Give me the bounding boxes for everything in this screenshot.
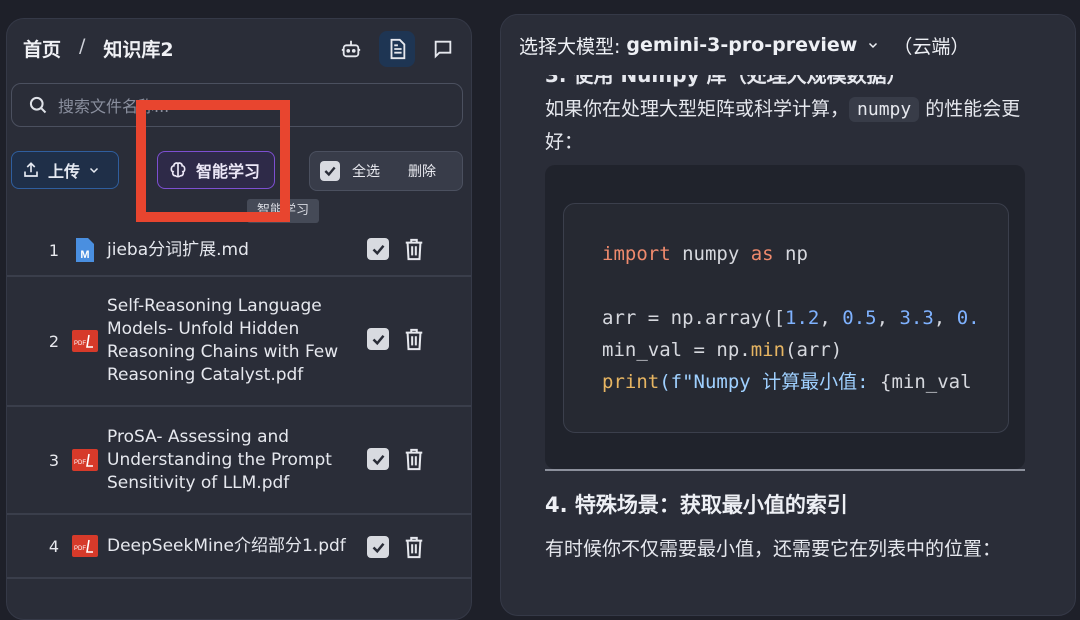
row-actions bbox=[367, 535, 425, 559]
check-icon bbox=[372, 454, 384, 465]
delete-selected-button[interactable]: 删除 bbox=[408, 161, 436, 181]
model-location: （云端） bbox=[893, 35, 970, 58]
code-function: min bbox=[750, 339, 786, 361]
svg-text:PDF: PDF bbox=[74, 460, 86, 466]
answer-paragraph: 如果你在处理大型矩阵或科学计算， numpy 的性能会更好： bbox=[545, 93, 1025, 158]
smart-learn-label: 智能学习 bbox=[196, 162, 261, 181]
upload-icon bbox=[24, 162, 38, 177]
markdown-file-icon: M bbox=[69, 237, 101, 263]
chat-panel: 3. 使用 Numpy 库（处理大规模数据） 选择大模型: gemini-3-p… bbox=[500, 14, 1076, 616]
file-name[interactable]: jieba分词扩展.md bbox=[107, 239, 339, 262]
file-row[interactable]: 3 PDF ProSA- Assessing and Understanding… bbox=[7, 407, 471, 515]
select-all-label[interactable]: 全选 bbox=[352, 161, 380, 181]
file-checkbox[interactable] bbox=[367, 238, 389, 260]
trash-icon[interactable] bbox=[403, 535, 425, 559]
file-index: 2 bbox=[48, 331, 59, 351]
upload-label: 上传 bbox=[48, 162, 81, 181]
trash-icon[interactable] bbox=[403, 327, 425, 351]
pdf-file-icon: PDF bbox=[69, 449, 101, 471]
model-selector[interactable]: 选择大模型: gemini-3-pro-preview （云端） bbox=[501, 15, 1075, 75]
file-index: 3 bbox=[48, 450, 59, 470]
smart-learn-tooltip: 智能学习 bbox=[247, 199, 320, 223]
code-number: 0. bbox=[956, 307, 980, 329]
row-actions bbox=[367, 447, 425, 471]
code-text: numpy bbox=[670, 243, 751, 265]
search-field[interactable]: 搜索文件名称... bbox=[11, 83, 463, 127]
chevron-down-icon bbox=[89, 167, 99, 174]
code-content: import numpy as np arr = np.array([1.2, … bbox=[602, 243, 980, 393]
file-checkbox[interactable] bbox=[367, 328, 389, 350]
inline-code: numpy bbox=[849, 97, 920, 122]
documents-button[interactable] bbox=[379, 31, 415, 67]
file-row[interactable]: 4 PDF DeepSeekMine介绍部分1.pdf bbox=[7, 515, 471, 579]
divider bbox=[545, 469, 1025, 471]
code-keyword: import bbox=[602, 243, 671, 265]
file-checkbox[interactable] bbox=[367, 448, 389, 470]
file-row[interactable]: 1 M jieba分词扩展.md bbox=[7, 225, 471, 277]
svg-text:PDF: PDF bbox=[74, 341, 86, 347]
chat-icon bbox=[434, 40, 452, 59]
file-name[interactable]: Self-Reasoning Language Models- Unfold H… bbox=[107, 295, 339, 387]
code-text: min_val = np. bbox=[602, 339, 751, 361]
file-index: 1 bbox=[48, 240, 59, 260]
code-number: 1.2 bbox=[785, 307, 820, 329]
check-icon bbox=[372, 244, 384, 255]
knowledge-base-panel: 首页 / 知识库2 搜索文件名称... 上传 智能学习 全选 删除 智能学习 1… bbox=[6, 18, 472, 620]
smart-learn-button[interactable]: 智能学习 bbox=[157, 151, 275, 189]
chat-button[interactable] bbox=[425, 31, 461, 67]
code-block-inner: import numpy as np arr = np.array([1.2, … bbox=[563, 203, 1009, 433]
check-icon bbox=[372, 542, 384, 553]
select-delete-group: 全选 删除 bbox=[309, 151, 463, 191]
model-label: 选择大模型: bbox=[519, 35, 621, 58]
code-text: np bbox=[773, 243, 808, 265]
file-index: 4 bbox=[48, 536, 59, 556]
pdf-file-icon: PDF bbox=[69, 330, 101, 352]
breadcrumb: 首页 / 知识库2 bbox=[23, 35, 174, 62]
breadcrumb-separator: / bbox=[79, 35, 86, 57]
code-number: 3.3 bbox=[899, 307, 934, 329]
breadcrumb-home[interactable]: 首页 bbox=[23, 35, 61, 62]
file-row[interactable]: 2 PDF Self-Reasoning Language Models- Un… bbox=[7, 277, 471, 407]
breadcrumb-current: 知识库2 bbox=[103, 39, 174, 61]
select-all-checkbox[interactable] bbox=[320, 161, 340, 181]
svg-text:M: M bbox=[80, 249, 89, 261]
code-text: (arr) bbox=[785, 339, 843, 361]
check-icon bbox=[324, 166, 336, 177]
section-heading: 4. 特殊场景：获取最小值的索引 bbox=[545, 493, 848, 517]
brain-icon bbox=[170, 162, 186, 178]
pdf-file-icon: PDF bbox=[69, 535, 101, 557]
search-input[interactable]: 搜索文件名称... bbox=[58, 93, 169, 117]
trash-icon[interactable] bbox=[403, 447, 425, 471]
code-string: (f"Numpy 计算最小值: bbox=[659, 371, 881, 393]
row-actions bbox=[367, 327, 425, 351]
search-icon bbox=[29, 96, 47, 114]
code-block: import numpy as np arr = np.array([1.2, … bbox=[545, 165, 1025, 469]
check-icon bbox=[372, 334, 384, 345]
robot-icon bbox=[341, 40, 361, 58]
code-text: arr = np.array([ bbox=[602, 307, 786, 329]
robot-button[interactable] bbox=[333, 31, 369, 67]
trash-icon[interactable] bbox=[403, 237, 425, 261]
code-keyword: as bbox=[750, 243, 774, 265]
code-number: 0.5 bbox=[842, 307, 877, 329]
code-function: print bbox=[602, 371, 660, 393]
code-text: {min_val bbox=[880, 371, 972, 393]
file-name[interactable]: DeepSeekMine介绍部分1.pdf bbox=[107, 535, 347, 558]
chevron-down-icon[interactable] bbox=[867, 39, 879, 51]
document-icon bbox=[390, 38, 406, 60]
file-checkbox[interactable] bbox=[367, 536, 389, 558]
upload-button[interactable]: 上传 bbox=[11, 151, 119, 189]
svg-text:PDF: PDF bbox=[74, 546, 86, 552]
file-name[interactable]: ProSA- Assessing and Understanding the P… bbox=[107, 426, 339, 495]
row-actions bbox=[367, 237, 425, 261]
paragraph-text: 如果你在处理大型矩阵或科学计算， bbox=[545, 98, 850, 120]
model-name[interactable]: gemini-3-pro-preview bbox=[626, 34, 857, 56]
answer-paragraph: 有时候你不仅需要最小值，还需要它在列表中的位置： bbox=[545, 538, 1002, 560]
